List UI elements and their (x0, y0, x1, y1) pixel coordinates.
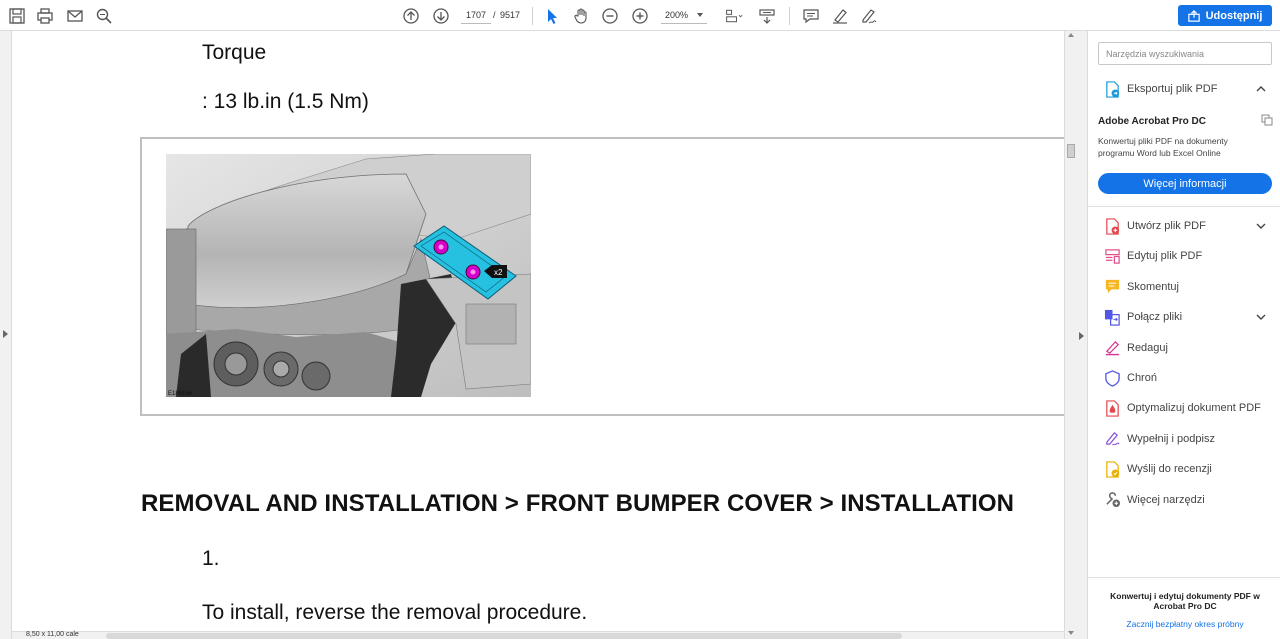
torque-label: Torque (202, 41, 267, 64)
panel-divider (1088, 206, 1280, 207)
tool-label: Połącz pliki (1127, 311, 1183, 324)
page-size: 8,50 x 11,00 cale (26, 631, 79, 638)
create-pdf-icon (1103, 217, 1121, 235)
protect-icon (1103, 369, 1121, 387)
engine-illustration: x2 E186166 (166, 154, 531, 397)
panel-divider (1088, 577, 1280, 578)
tool-label: Optymalizuj dokument PDF (1127, 402, 1261, 415)
search-icon[interactable] (93, 5, 115, 27)
page-total: 9517 (500, 10, 521, 20)
scroll-down-icon[interactable] (1068, 631, 1074, 635)
promo-description: Konwertuj pliki PDF na dokumenty program… (1098, 136, 1228, 158)
zoom-in-icon[interactable] (629, 5, 651, 27)
left-panel-toggle[interactable] (0, 31, 12, 639)
more-tools-icon (1103, 491, 1121, 509)
share-label: Udostępnij (1205, 9, 1263, 22)
tools-search-input[interactable] (1098, 42, 1272, 65)
chevron-up-icon[interactable] (1255, 83, 1267, 95)
combine-files-icon (1103, 308, 1121, 326)
export-pdf-icon (1103, 80, 1121, 98)
hand-icon[interactable] (570, 5, 592, 27)
sign-icon[interactable] (858, 5, 880, 27)
torque-value: : 13 lb.in (1.5 Nm) (202, 90, 369, 113)
document-view[interactable]: Torque : 13 lb.in (1.5 Nm) x2 E186166 RE… (12, 31, 1064, 631)
tool-item[interactable]: Optymalizuj dokument PDF (1088, 395, 1280, 421)
figure-code: E186166 (168, 391, 193, 397)
email-icon[interactable] (64, 5, 86, 27)
tool-label: Wyślij do recenzji (1127, 463, 1212, 476)
tool-item[interactable]: Edytuj plik PDF (1088, 243, 1280, 269)
tool-item[interactable]: Chroń (1088, 365, 1280, 391)
select-icon[interactable] (541, 5, 563, 27)
acrobat-window: / 9517 200% (0, 0, 1280, 639)
tool-item[interactable]: Wyślij do recenzji (1088, 456, 1280, 482)
chevron-right-icon (1079, 332, 1084, 340)
chevron-down-icon (697, 12, 703, 17)
tool-item[interactable]: Wypełnij i podpisz (1088, 426, 1280, 452)
more-info-button[interactable]: Więcej informacji (1098, 173, 1272, 194)
share-icon (1187, 9, 1200, 22)
send-review-icon (1103, 460, 1121, 478)
tool-label: Chroń (1127, 372, 1157, 384)
tool-label: Wypełnij i podpisz (1127, 432, 1215, 445)
chevron-down-icon[interactable] (1255, 220, 1267, 232)
tool-item[interactable]: Utwórz plik PDF (1088, 213, 1280, 239)
scroll-up-icon[interactable] (1068, 33, 1074, 37)
comment-icon (1103, 278, 1121, 296)
edit-pdf-icon (1103, 247, 1121, 265)
tool-item[interactable]: Skomentuj (1088, 274, 1280, 300)
save-icon[interactable] (6, 5, 28, 27)
fill-sign-icon (1103, 430, 1121, 448)
zoom-out-icon[interactable] (599, 5, 621, 27)
status-bar: 8,50 x 11,00 cale (12, 631, 1064, 639)
tool-item[interactable]: Redaguj (1088, 335, 1280, 361)
tool-label: Edytuj plik PDF (1127, 250, 1203, 263)
prev-page-icon[interactable] (400, 5, 422, 27)
page-layout-icon[interactable] (722, 5, 746, 27)
share-button[interactable]: Udostępnij (1178, 5, 1272, 26)
tool-label: Więcej narzędzi (1127, 493, 1205, 506)
page-separator: / (493, 10, 496, 20)
section-heading: REMOVAL AND INSTALLATION > FRONT BUMPER … (141, 490, 1015, 517)
figure-callout: x2 (494, 268, 503, 277)
step-text: To install, reverse the removal procedur… (202, 601, 588, 624)
print-icon[interactable] (34, 5, 56, 27)
promo-title: Adobe Acrobat Pro DC (1098, 116, 1206, 127)
chevron-right-icon (3, 330, 8, 338)
comment-icon[interactable] (800, 5, 822, 27)
footer-title: Konwertuj i edytuj dokumenty PDF w Acrob… (1110, 591, 1260, 611)
highlight-icon[interactable] (829, 5, 851, 27)
zoom-value: 200% (665, 9, 689, 20)
tool-label: Utwórz plik PDF (1127, 220, 1206, 232)
page-number-input[interactable] (461, 6, 491, 24)
toolbar-divider (789, 7, 790, 25)
chevron-down-icon[interactable] (1255, 311, 1267, 323)
vertical-scrollbar[interactable] (1064, 31, 1076, 639)
export-pdf-label: Eksportuj plik PDF (1127, 83, 1218, 95)
zoom-select[interactable]: 200% (661, 6, 707, 24)
tools-panel: Eksportuj plik PDF Adobe Acrobat Pro DC … (1088, 31, 1280, 639)
redact-icon (1103, 339, 1121, 357)
optimize-icon (1103, 399, 1121, 417)
tool-label: Skomentuj (1127, 280, 1179, 293)
tool-item[interactable]: Połącz pliki (1088, 304, 1280, 330)
free-trial-link[interactable]: Zacznij bezpłatny okres próbny (1102, 619, 1268, 629)
step-number: 1. (202, 547, 220, 570)
horizontal-scrollbar[interactable] (106, 633, 902, 639)
figure-frame: x2 E186166 (140, 137, 1064, 416)
right-panel-toggle[interactable] (1076, 31, 1088, 639)
tool-label: Redaguj (1127, 341, 1168, 354)
copy-icon[interactable] (1261, 114, 1273, 126)
scroll-thumb[interactable] (1067, 144, 1075, 158)
toolbar: / 9517 200% (0, 0, 1280, 31)
next-page-icon[interactable] (430, 5, 452, 27)
export-pdf-item[interactable]: Eksportuj plik PDF (1088, 76, 1280, 102)
tool-item[interactable]: Więcej narzędzi (1088, 487, 1280, 513)
toolbar-divider (532, 7, 533, 25)
scroll-mode-icon[interactable] (756, 5, 778, 27)
